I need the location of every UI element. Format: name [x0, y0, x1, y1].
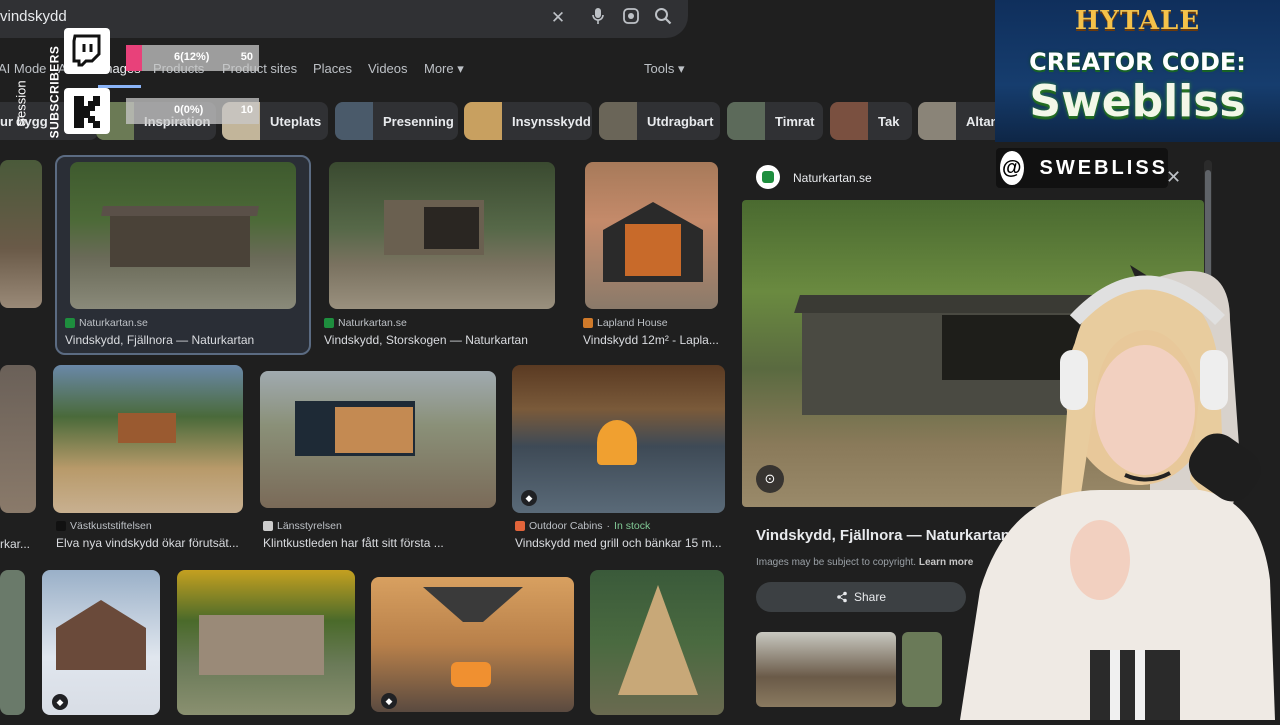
creator-code-name: Swebliss [1029, 76, 1246, 127]
result-image[interactable] [177, 570, 355, 715]
shopping-tag-icon: ◆ [381, 693, 397, 709]
share-icon [837, 591, 847, 603]
result-image[interactable] [70, 162, 296, 309]
result-image[interactable] [260, 371, 496, 508]
result-image[interactable] [329, 162, 555, 309]
chip-presenning[interactable]: Presenning [335, 102, 458, 140]
twitch-progress-text: 6(12%) [174, 51, 210, 63]
kick-progress-max: 10 [240, 104, 253, 116]
close-icon[interactable]: ✕ [1166, 167, 1181, 188]
lens-icon[interactable] [620, 7, 642, 29]
result-source: Lapland House [583, 317, 668, 329]
result-image[interactable] [512, 365, 725, 513]
result-title[interactable]: Vindskydd, Fjällnora — Naturkartan [65, 333, 305, 347]
search-icon[interactable] [652, 7, 674, 29]
result-source: Outdoor Cabins · In stock [515, 520, 650, 532]
session-label: Session [13, 80, 29, 127]
tab-videos[interactable]: Videos [368, 61, 408, 76]
result-title[interactable]: rkar... [0, 537, 36, 551]
shopping-tag-icon: ◆ [521, 490, 537, 506]
shopping-tag-icon: ◆ [52, 694, 68, 710]
hytale-logo: HYTALE [1074, 6, 1201, 36]
result-title[interactable]: Vindskydd, Storskogen — Naturkartan [324, 333, 564, 347]
result-image-partial[interactable] [0, 160, 42, 310]
related-image[interactable] [756, 632, 896, 707]
result-image[interactable] [0, 365, 36, 513]
kick-icon [64, 88, 110, 134]
mic-icon[interactable] [587, 7, 609, 29]
result-image[interactable] [53, 365, 243, 513]
subscriber-goal-widget: Session SUBSCRIBERS [14, 30, 62, 139]
threads-handle: SWEBLISS [1039, 156, 1168, 179]
twitch-progress-fill [126, 45, 142, 71]
site-favicon-icon [756, 165, 780, 189]
close-icon[interactable]: ✕ [547, 7, 569, 29]
result-source: Västkuststiftelsen [56, 520, 152, 532]
search-input[interactable]: vindskydd [0, 8, 67, 25]
chip-insynsskydd[interactable]: Insynsskydd [464, 102, 592, 140]
result-title[interactable]: Vindskydd med grill och bänkar 15 m... [515, 536, 728, 550]
twitch-progress-max: 50 [240, 51, 253, 63]
kick-sub-progress-bar: 0(0%) 10 [126, 98, 259, 124]
creator-code-label: CREATOR CODE: [1029, 48, 1246, 76]
twitch-icon [64, 28, 110, 74]
result-image[interactable] [371, 577, 574, 712]
result-source: Naturkartan.se [324, 317, 407, 329]
chip-tak[interactable]: Tak [830, 102, 912, 140]
result-source: Naturkartan.se [65, 317, 148, 329]
result-title[interactable]: Klintkustleden har fått sitt första ... [263, 536, 499, 550]
tab-places[interactable]: Places [313, 61, 352, 76]
result-title[interactable]: Vindskydd 12m² - Lapla... [583, 333, 723, 347]
tools-button[interactable]: Tools ▾ [644, 61, 685, 77]
result-title[interactable]: Elva nya vindskydd ökar förutsät... [56, 536, 246, 550]
twitch-sub-progress-bar: 6(12%) 50 [126, 45, 259, 71]
tab-more[interactable]: More ▾ [424, 61, 464, 77]
threads-icon: @ [1000, 151, 1024, 185]
panel-site-name[interactable]: Naturkartan.se [793, 171, 872, 185]
result-image[interactable] [585, 162, 718, 309]
kick-progress-text: 0(0%) [174, 104, 204, 116]
chip-utdragbart[interactable]: Utdragbart [599, 102, 720, 140]
result-image[interactable] [590, 570, 724, 715]
webcam-feed [900, 260, 1280, 720]
result-source: Länsstyrelsen [263, 520, 342, 532]
chip-timrat[interactable]: Timrat [727, 102, 823, 140]
subscribers-label: SUBSCRIBERS [47, 45, 62, 139]
hytale-creator-code-banner: HYTALE CREATOR CODE: Swebliss [995, 0, 1280, 142]
visual-search-icon[interactable]: ⊙ [756, 465, 784, 493]
threads-handle-badge: @ SWEBLISS [996, 148, 1168, 188]
